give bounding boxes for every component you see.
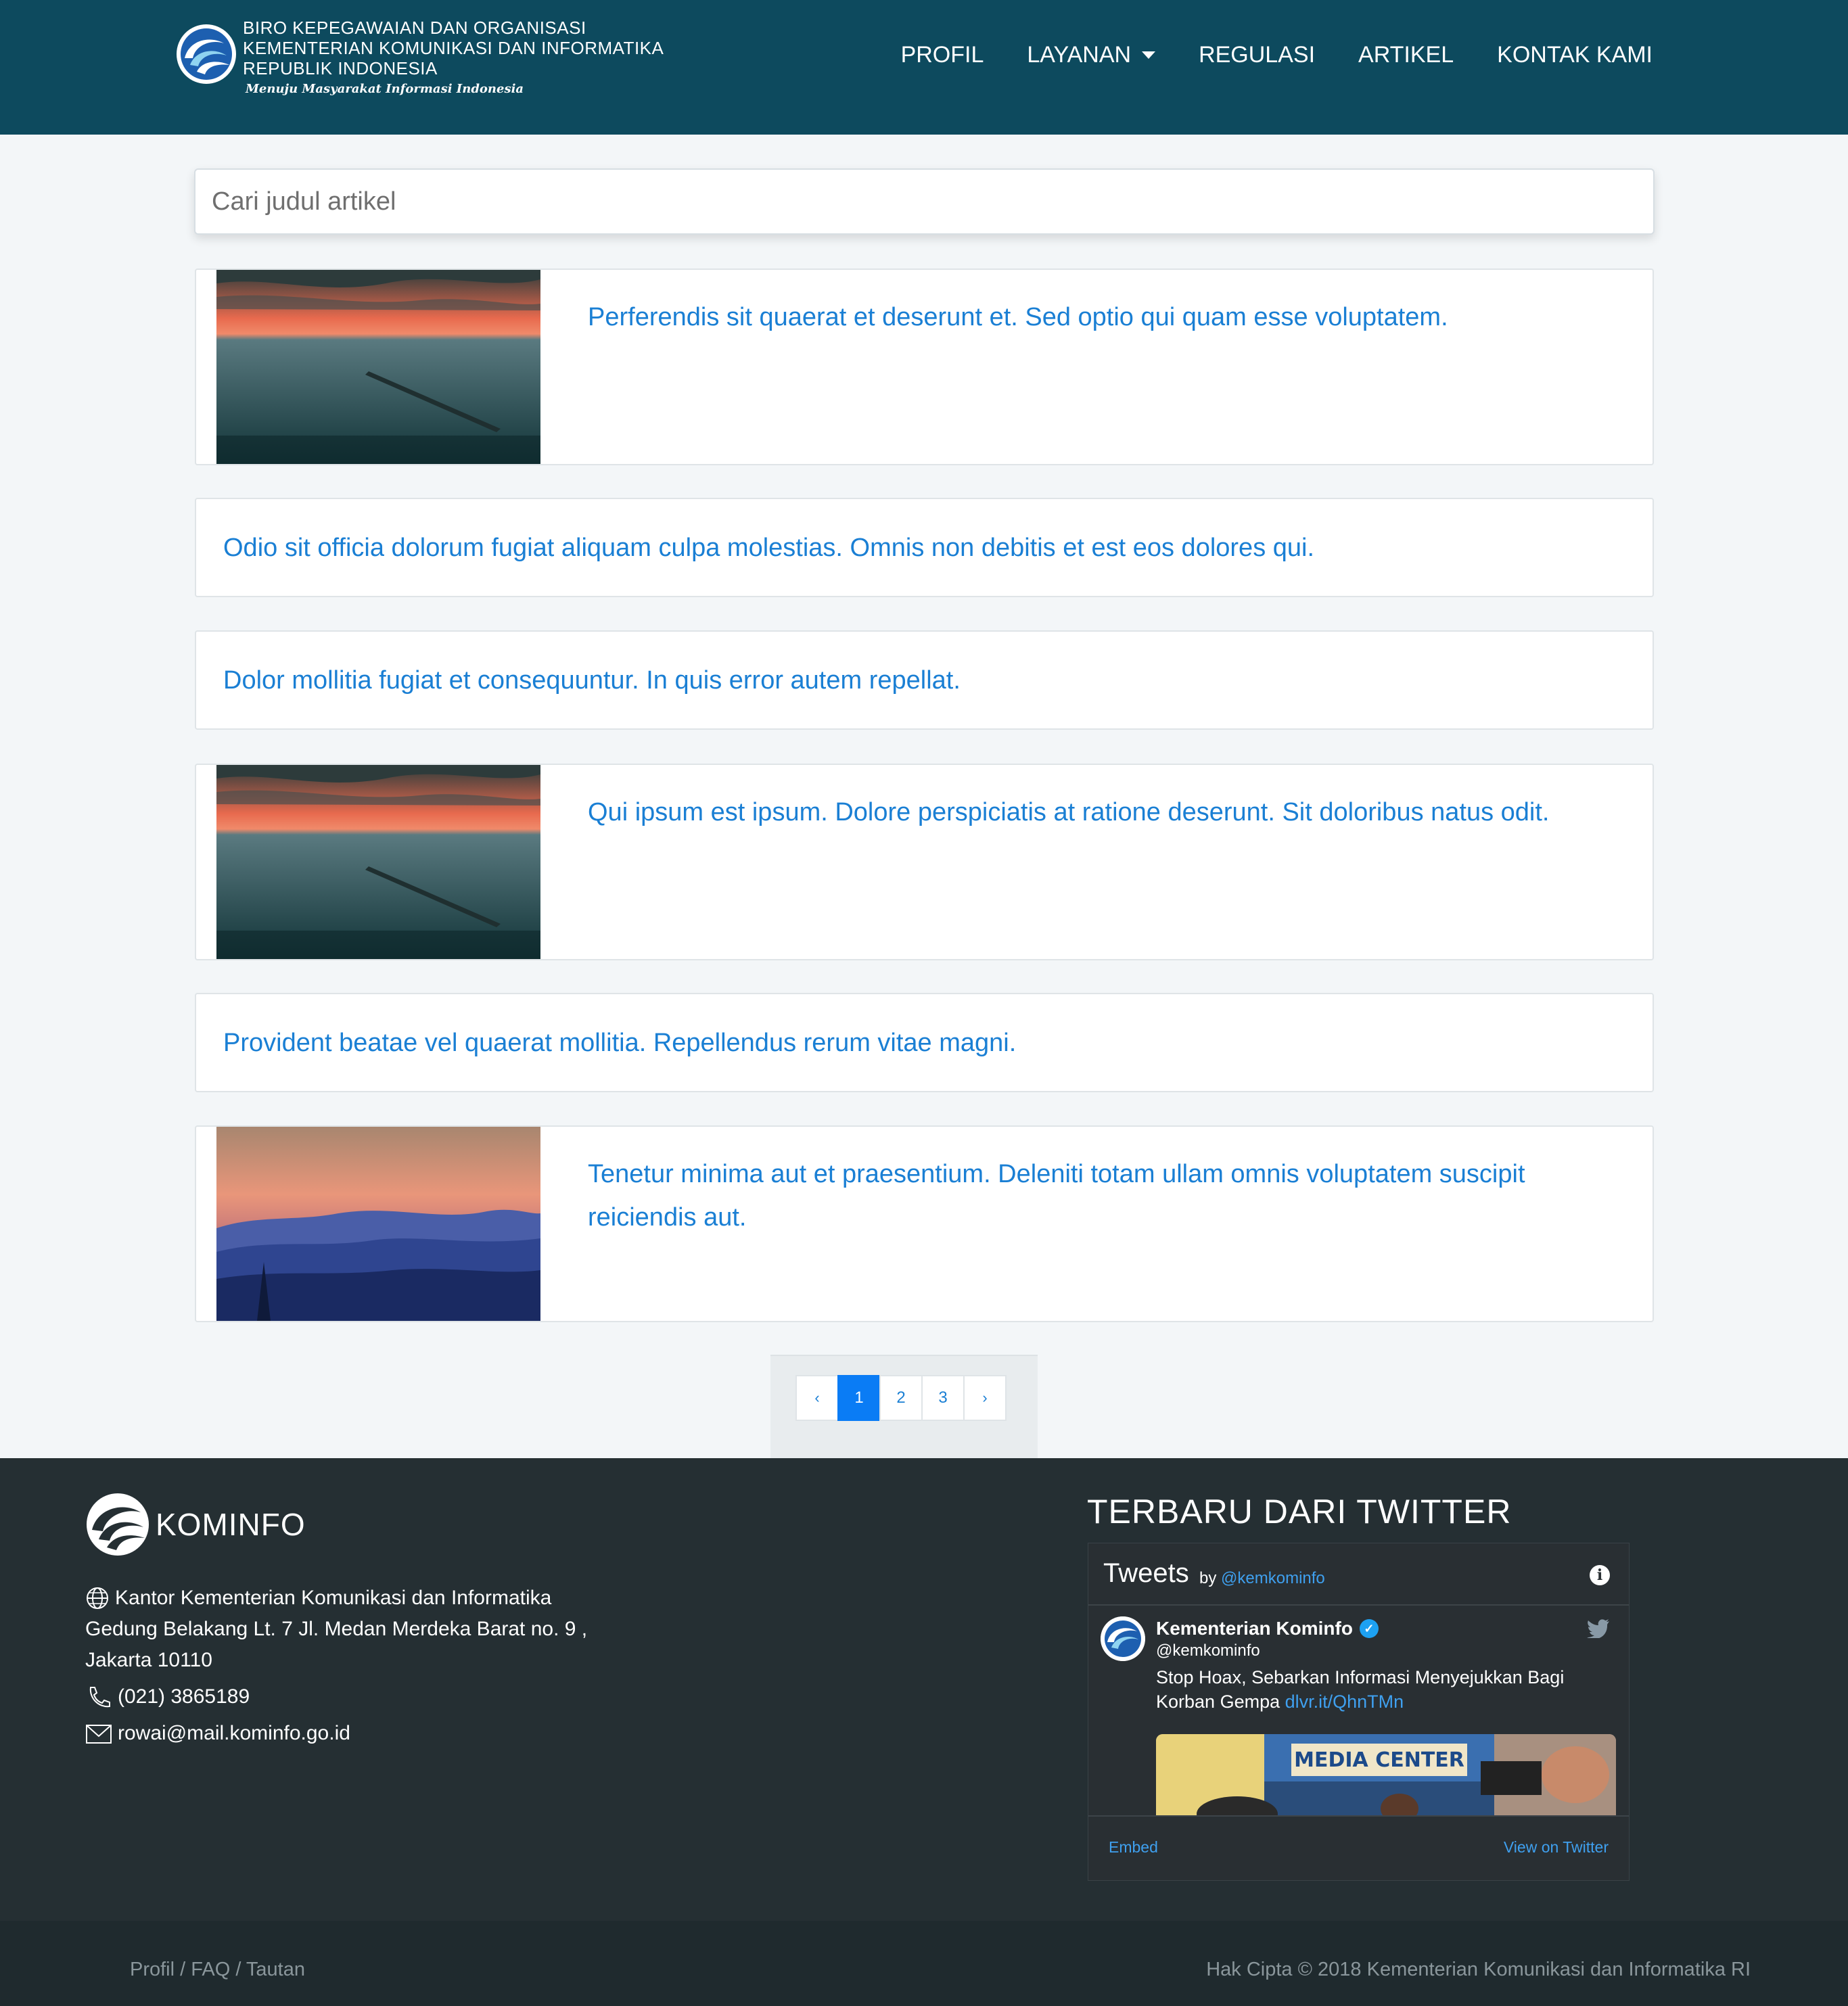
article-thumbnail — [216, 765, 540, 959]
nav-item-profil[interactable]: PROFIL — [901, 42, 984, 68]
article-title-link[interactable]: Provident beatae vel quaerat mollitia. R… — [223, 1021, 1630, 1065]
article-title-link[interactable]: Dolor mollitia fugiat et consequuntur. I… — [223, 659, 1630, 702]
media-center-label: MEDIA CENTER — [1294, 1748, 1464, 1772]
page-button-2[interactable]: 2 — [879, 1375, 923, 1421]
article-card[interactable]: Dolor mollitia fugiat et consequuntur. I… — [195, 630, 1654, 730]
brand-tagline: Menuju Masyarakat Informasi Indonesia — [246, 82, 524, 96]
address-row: Kantor Kementerian Komunikasi dan Inform… — [85, 1583, 587, 1614]
nav-label: LAYANAN — [1027, 42, 1132, 68]
tweet-link[interactable]: dlvr.it/QhnTMn — [1285, 1692, 1404, 1712]
twitter-widget-header: Tweets by @kemkominfo i — [1088, 1543, 1629, 1606]
twitter-widget: Tweets by @kemkominfo i Kementerian Komi… — [1088, 1543, 1630, 1881]
phone-row: (021) 3865189 — [85, 1681, 587, 1712]
footer: KOMINFO Kantor Kementerian Komunikasi da… — [0, 1458, 1848, 1921]
brand[interactable]: BIRO KEPEGAWAIAN DAN ORGANISASI KEMENTER… — [175, 18, 664, 100]
page-button-3[interactable]: 3 — [921, 1375, 965, 1421]
footer-logo: KOMINFO — [85, 1492, 306, 1557]
nav-label: ARTIKEL — [1358, 42, 1454, 68]
article-title-link[interactable]: Qui ipsum est ipsum. Dolore perspiciatis… — [588, 791, 1630, 834]
article-title-link[interactable]: Odio sit officia dolorum fugiat aliquam … — [223, 526, 1630, 569]
view-on-twitter-link[interactable]: View on Twitter — [1504, 1838, 1609, 1857]
navbar: BIRO KEPEGAWAIAN DAN ORGANISASI KEMENTER… — [0, 0, 1848, 135]
nav-item-layanan[interactable]: LAYANAN — [1027, 42, 1156, 68]
verified-badge-icon: ✓ — [1359, 1619, 1379, 1638]
copyright: Hak Cipta © 2018 Kementerian Komunikasi … — [1206, 1959, 1751, 1980]
tweet-account-handle[interactable]: @kemkominfo — [1156, 1641, 1260, 1660]
twitter-handle-link[interactable]: @kemkominfo — [1221, 1569, 1325, 1587]
article-thumbnail — [216, 270, 540, 464]
main-nav: PROFIL LAYANAN REGULASI ARTIKEL KONTAK K… — [858, 42, 1653, 68]
brand-line: BIRO KEPEGAWAIAN DAN ORGANISASI — [243, 18, 586, 38]
nav-label: KONTAK KAMI — [1497, 42, 1653, 68]
tweet-avatar[interactable] — [1101, 1616, 1145, 1661]
phone-number: (021) 3865189 — [118, 1685, 250, 1708]
nav-item-artikel[interactable]: ARTIKEL — [1358, 42, 1454, 68]
article-card[interactable]: Perferendis sit quaerat et deserunt et. … — [195, 269, 1654, 465]
page-button-1[interactable]: 1 — [837, 1375, 881, 1421]
article-card[interactable]: Qui ipsum est ipsum. Dolore perspiciatis… — [195, 764, 1654, 960]
brand-text: BIRO KEPEGAWAIAN DAN ORGANISASI KEMENTER… — [243, 18, 664, 100]
next-page-button[interactable]: › — [963, 1375, 1007, 1421]
twitter-widget-footer: Embed View on Twitter — [1088, 1815, 1629, 1880]
prev-page-button[interactable]: ‹ — [795, 1375, 839, 1421]
kominfo-logo-icon — [87, 1493, 149, 1556]
nav-item-regulasi[interactable]: REGULASI — [1199, 42, 1315, 68]
embed-link[interactable]: Embed — [1109, 1838, 1158, 1857]
caret-down-icon — [1142, 51, 1156, 59]
tweet-account-name-text: Kementerian Kominfo — [1156, 1618, 1353, 1639]
tweet-media[interactable]: MEDIA CENTER — [1156, 1734, 1616, 1817]
address-line: Jakarta 10110 — [85, 1649, 212, 1671]
footer-contact-info: Kantor Kementerian Komunikasi dan Inform… — [85, 1583, 587, 1749]
nav-item-kontak[interactable]: KONTAK KAMI — [1497, 42, 1653, 68]
nav-label: REGULASI — [1199, 42, 1316, 68]
twitter-by-label: by — [1199, 1569, 1217, 1587]
address-line: Gedung Belakang Lt. 7 Jl. Medan Merdeka … — [85, 1618, 588, 1640]
phone-icon — [89, 1687, 110, 1708]
email-address[interactable]: rowai@mail.kominfo.go.id — [118, 1718, 350, 1749]
article-card[interactable]: Provident beatae vel quaerat mollitia. R… — [195, 993, 1654, 1092]
twitter-by: by @kemkominfo — [1199, 1569, 1325, 1588]
twitter-bird-icon[interactable] — [1587, 1619, 1610, 1638]
article-card[interactable]: Odio sit officia dolorum fugiat aliquam … — [195, 498, 1654, 597]
mail-icon — [86, 1725, 112, 1744]
globe-icon — [87, 1587, 108, 1609]
search-input[interactable] — [194, 168, 1655, 235]
twitter-widget-title: Tweets — [1103, 1558, 1189, 1588]
pagination: ‹ 1 2 3 › — [795, 1375, 1007, 1421]
address-line: Kantor Kementerian Komunikasi dan Inform… — [115, 1587, 552, 1609]
footer-links[interactable]: Profil / FAQ / Tautan — [130, 1959, 305, 1981]
info-icon[interactable]: i — [1590, 1565, 1610, 1585]
brand-line: REPUBLIK INDONESIA — [243, 58, 438, 78]
footer-logo-text: KOMINFO — [156, 1507, 306, 1542]
bottom-bar: Profil / FAQ / Tautan Hak Cipta © 2018 K… — [0, 1921, 1848, 2006]
brand-line: KEMENTERIAN KOMUNIKASI DAN INFORMATIKA — [243, 38, 664, 58]
nav-label: PROFIL — [900, 42, 984, 68]
article-title-link[interactable]: Perferendis sit quaerat et deserunt et. … — [588, 296, 1630, 339]
article-title-link[interactable]: Tenetur minima aut et praesentium. Delen… — [588, 1152, 1630, 1239]
tweet-text: Stop Hoax, Sebarkan Informasi Menyejukka… — [1156, 1665, 1589, 1714]
kominfo-logo-icon — [177, 24, 236, 84]
article-card[interactable]: Tenetur minima aut et praesentium. Delen… — [195, 1125, 1654, 1322]
article-thumbnail — [216, 1127, 540, 1321]
twitter-heading: TERBARU DARI TWITTER — [1087, 1493, 1512, 1531]
email-row: rowai@mail.kominfo.go.id — [85, 1718, 587, 1749]
tweet-account-name[interactable]: Kementerian Kominfo ✓ — [1156, 1618, 1379, 1639]
pagination-area: ‹ 1 2 3 › — [770, 1355, 1038, 1458]
